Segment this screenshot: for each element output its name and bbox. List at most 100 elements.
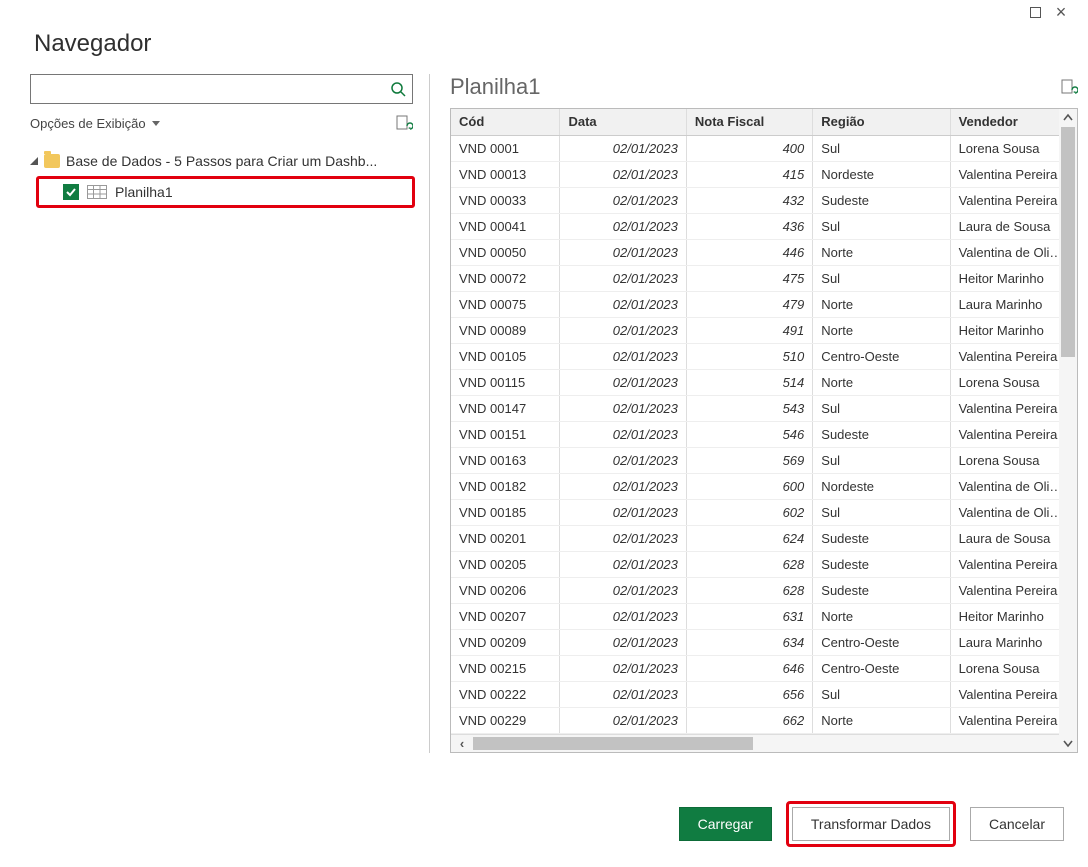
maximize-button[interactable] xyxy=(1022,2,1048,22)
cell-regiao: Sudeste xyxy=(813,551,950,577)
cell-data: 02/01/2023 xyxy=(560,499,686,525)
preview-title: Planilha1 xyxy=(450,74,541,100)
cell-nota: 479 xyxy=(686,291,812,317)
cell-nota: 628 xyxy=(686,551,812,577)
col-header-nota[interactable]: Nota Fiscal xyxy=(686,109,812,135)
transform-data-button[interactable]: Transformar Dados xyxy=(792,807,950,841)
cell-vendedor: Lorena Sousa xyxy=(950,369,1076,395)
preview-refresh-icon[interactable] xyxy=(1060,78,1078,96)
col-header-vendedor[interactable]: Vendedor xyxy=(950,109,1076,135)
cell-cod: VND 00201 xyxy=(451,525,560,551)
cell-cod: VND 00050 xyxy=(451,239,560,265)
cell-vendedor: Valentina Pereira xyxy=(950,577,1076,603)
cell-regiao: Norte xyxy=(813,369,950,395)
tree-view: Base de Dados - 5 Passos para Criar um D… xyxy=(30,146,419,208)
table-row[interactable]: VND 0001302/01/2023415NordesteValentina … xyxy=(451,161,1077,187)
checkbox-checked-icon[interactable] xyxy=(63,184,79,200)
cell-vendedor: Laura de Sousa xyxy=(950,525,1076,551)
table-header-row: Cód Data Nota Fiscal Região Vendedor xyxy=(451,109,1077,135)
cell-data: 02/01/2023 xyxy=(560,239,686,265)
refresh-icon[interactable] xyxy=(395,114,413,132)
table-row[interactable]: VND 0022202/01/2023656SulValentina Perei… xyxy=(451,681,1077,707)
cell-regiao: Sul xyxy=(813,499,950,525)
table-row[interactable]: VND 0007502/01/2023479NorteLaura Marinho xyxy=(451,291,1077,317)
table-row[interactable]: VND 0020102/01/2023624SudesteLaura de So… xyxy=(451,525,1077,551)
preview-table-container: Cód Data Nota Fiscal Região Vendedor VND… xyxy=(450,108,1078,753)
cell-vendedor: Valentina Pereira xyxy=(950,707,1076,733)
cell-regiao: Nordeste xyxy=(813,473,950,499)
table-row[interactable]: VND 0011502/01/2023514NorteLorena Sousa xyxy=(451,369,1077,395)
cell-cod: VND 00163 xyxy=(451,447,560,473)
table-row[interactable]: VND 0020702/01/2023631NorteHeitor Marinh… xyxy=(451,603,1077,629)
cell-data: 02/01/2023 xyxy=(560,291,686,317)
cell-data: 02/01/2023 xyxy=(560,577,686,603)
col-header-regiao[interactable]: Região xyxy=(813,109,950,135)
close-button[interactable]: × xyxy=(1048,2,1074,22)
cell-cod: VND 00185 xyxy=(451,499,560,525)
cell-regiao: Norte xyxy=(813,603,950,629)
table-row[interactable]: VND 0008902/01/2023491NorteHeitor Marinh… xyxy=(451,317,1077,343)
cell-data: 02/01/2023 xyxy=(560,135,686,161)
cell-cod: VND 00147 xyxy=(451,395,560,421)
cell-nota: 656 xyxy=(686,681,812,707)
expand-caret-icon[interactable] xyxy=(30,157,38,165)
table-row[interactable]: VND 0014702/01/2023543SulValentina Perei… xyxy=(451,395,1077,421)
cell-regiao: Sudeste xyxy=(813,525,950,551)
cell-data: 02/01/2023 xyxy=(560,655,686,681)
table-row[interactable]: VND 0003302/01/2023432SudesteValentina P… xyxy=(451,187,1077,213)
cell-cod: VND 00182 xyxy=(451,473,560,499)
cell-vendedor: Valentina de Oliveir xyxy=(950,499,1076,525)
scroll-up-arrow-icon[interactable] xyxy=(1059,109,1077,127)
col-header-data[interactable]: Data xyxy=(560,109,686,135)
scroll-thumb[interactable] xyxy=(1061,127,1075,357)
table-row[interactable]: VND 0007202/01/2023475SulHeitor Marinho xyxy=(451,265,1077,291)
cell-nota: 631 xyxy=(686,603,812,629)
table-row[interactable]: VND 0016302/01/2023569SulLorena Sousa xyxy=(451,447,1077,473)
table-row[interactable]: VND 0018502/01/2023602SulValentina de Ol… xyxy=(451,499,1077,525)
display-options-dropdown[interactable]: Opções de Exibição xyxy=(30,116,160,131)
table-row[interactable]: VND 0004102/01/2023436SulLaura de Sousa xyxy=(451,213,1077,239)
scroll-track[interactable] xyxy=(1059,127,1077,734)
cell-regiao: Centro-Oeste xyxy=(813,629,950,655)
cell-cod: VND 00215 xyxy=(451,655,560,681)
cell-regiao: Norte xyxy=(813,239,950,265)
table-row[interactable]: VND 0022902/01/2023662NorteValentina Per… xyxy=(451,707,1077,733)
cell-vendedor: Heitor Marinho xyxy=(950,265,1076,291)
table-row[interactable]: VND 0015102/01/2023546SudesteValentina P… xyxy=(451,421,1077,447)
cell-regiao: Sul xyxy=(813,135,950,161)
hscroll-thumb[interactable] xyxy=(473,737,753,750)
cell-vendedor: Lorena Sousa xyxy=(950,447,1076,473)
load-button[interactable]: Carregar xyxy=(679,807,772,841)
cell-data: 02/01/2023 xyxy=(560,707,686,733)
table-row[interactable]: VND 000102/01/2023400SulLorena Sousa xyxy=(451,135,1077,161)
cell-vendedor: Lorena Sousa xyxy=(950,655,1076,681)
cell-regiao: Sul xyxy=(813,265,950,291)
search-field-wrap[interactable] xyxy=(30,74,413,104)
cell-vendedor: Valentina Pereira xyxy=(950,421,1076,447)
table-row[interactable]: VND 0021502/01/2023646Centro-OesteLorena… xyxy=(451,655,1077,681)
folder-icon xyxy=(44,154,60,168)
cell-regiao: Centro-Oeste xyxy=(813,655,950,681)
cancel-button[interactable]: Cancelar xyxy=(970,807,1064,841)
cell-vendedor: Valentina Pereira xyxy=(950,681,1076,707)
table-row[interactable]: VND 0020502/01/2023628SudesteValentina P… xyxy=(451,551,1077,577)
table-row[interactable]: VND 0010502/01/2023510Centro-OesteValent… xyxy=(451,343,1077,369)
col-header-cod[interactable]: Cód xyxy=(451,109,560,135)
table-row[interactable]: VND 0005002/01/2023446NorteValentina de … xyxy=(451,239,1077,265)
cell-nota: 514 xyxy=(686,369,812,395)
search-input[interactable] xyxy=(39,81,390,98)
hscroll-track[interactable] xyxy=(473,735,1055,752)
scroll-left-arrow-icon[interactable]: ‹ xyxy=(451,736,473,751)
vertical-scrollbar[interactable] xyxy=(1059,109,1077,752)
cell-data: 02/01/2023 xyxy=(560,551,686,577)
horizontal-scrollbar[interactable]: ‹ › xyxy=(451,734,1077,752)
cell-cod: VND 00105 xyxy=(451,343,560,369)
table-row[interactable]: VND 0018202/01/2023600NordesteValentina … xyxy=(451,473,1077,499)
table-row[interactable]: VND 0020902/01/2023634Centro-OesteLaura … xyxy=(451,629,1077,655)
search-icon[interactable] xyxy=(390,81,406,97)
tree-parent-item[interactable]: Base de Dados - 5 Passos para Criar um D… xyxy=(30,146,419,176)
table-row[interactable]: VND 0020602/01/2023628SudesteValentina P… xyxy=(451,577,1077,603)
tree-child-item[interactable]: Planilha1 xyxy=(36,176,415,208)
cell-nota: 634 xyxy=(686,629,812,655)
scroll-down-arrow-icon[interactable] xyxy=(1059,734,1077,752)
